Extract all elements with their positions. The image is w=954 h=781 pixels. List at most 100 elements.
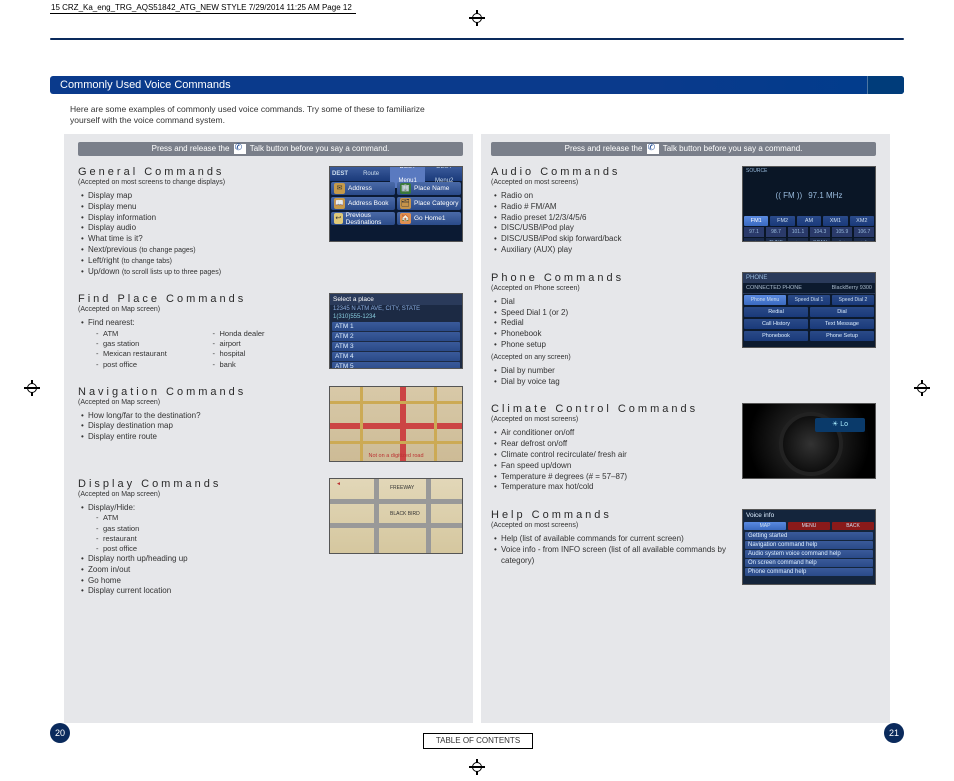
general-list: Display map Display menu Display informa… [78, 191, 321, 277]
radio-source-label: SOURCE [743, 167, 875, 175]
dest-tab: Route [353, 167, 389, 181]
voiceinfo-item: Getting started [745, 532, 873, 540]
fm-icon: (( FM )) [776, 191, 803, 200]
voiceinfo-item: Audio system voice command help [745, 550, 873, 558]
radio-tab: XM1 [823, 216, 847, 226]
phone-sub: (Accepted on Phone screen) [491, 285, 734, 292]
toc-link[interactable]: TABLE OF CONTENTS [423, 733, 533, 749]
phone-tab: Speed Dial 2 [832, 295, 874, 305]
phone-cell: Phonebook [744, 331, 808, 341]
atm-item: ATM 3 [332, 342, 460, 351]
preset: 104.3 [810, 227, 830, 237]
thumb-voiceinfo-screen: Voice info MAP MENU BACK Getting started… [742, 509, 876, 585]
content-panel: Press and release the Talk button before… [64, 134, 890, 723]
section-navigation: Navigation Commands (Accepted on Map scr… [78, 386, 463, 462]
thumb-atm-list: Select a place 12345 N ATM AVE, CITY, ST… [329, 293, 463, 369]
section-help: Help Commands (Accepted on most screens)… [491, 509, 876, 585]
voiceinfo-tab: BACK [832, 522, 874, 530]
instruction-bar-right: Press and release the Talk button before… [491, 142, 876, 156]
previous-icon: ↩ [334, 213, 343, 224]
voiceinfo-header: Voice info [743, 510, 875, 521]
list-item: Phone setup [491, 340, 734, 351]
list-item: Display north up/heading up [78, 554, 321, 565]
audio-title: Audio Commands [491, 166, 734, 178]
list-item: Auxiliary (AUX) play [491, 245, 734, 256]
list-item: Radio # FM/AM [491, 202, 734, 213]
intro-text: Here are some examples of commonly used … [70, 104, 450, 126]
sub-item: ATM [96, 329, 205, 339]
list-item: DISC/USB/iPod skip forward/back [491, 234, 734, 245]
list-item: Find nearest: ATM gas station Mexican re… [78, 318, 321, 369]
atm-item: ATM 4 [332, 352, 460, 361]
print-header: 15 CRZ_Ka_eng_TRG_AQS51842_ATG_NEW STYLE… [50, 2, 356, 14]
radio-tab: XM2 [850, 216, 874, 226]
instruction-bar-left: Press and release the Talk button before… [78, 142, 463, 156]
phone-cell: Dial [810, 307, 874, 317]
climate-sub: (Accepted on most screens) [491, 416, 734, 423]
list-item: Next/previous (to change pages) [78, 245, 321, 256]
preset: 98.7 [766, 227, 786, 237]
seek-prev-icon: |◀ [832, 238, 852, 242]
section-phone: Phone Commands (Accepted on Phone screen… [491, 272, 876, 388]
sub-item: post office [96, 360, 205, 370]
list-item: Display destination map [78, 421, 321, 432]
navigation-sub: (Accepted on Map screen) [78, 399, 321, 406]
help-title: Help Commands [491, 509, 734, 521]
list-item: DISC/USB/iPod play [491, 223, 734, 234]
sub-item: airport [213, 339, 322, 349]
list-item: Dial by number [491, 366, 734, 377]
dest-btn: 🗂Place Category [397, 197, 461, 210]
dest-btn: ✉Address [331, 182, 395, 195]
findplace-sub: (Accepted on Map screen) [78, 306, 321, 313]
list-item: Display information [78, 213, 321, 224]
book-icon: 📖 [334, 198, 345, 209]
page-number-right: 21 [884, 723, 904, 743]
climate-lcd: ☀ Lo [815, 418, 865, 432]
list-item: Display/Hide: ATM gas station restaurant… [78, 503, 321, 554]
list-item: Air conditioner on/off [491, 428, 734, 439]
page-number-left: 20 [50, 723, 70, 743]
section-general: General Commands (Accepted on most scree… [78, 166, 463, 277]
list-item: Temperature max hot/cold [491, 482, 734, 493]
dest-title: DEST [330, 167, 353, 181]
audio-sub: (Accepted on most screens) [491, 179, 734, 186]
dest-btn: 📖Address Book [331, 197, 395, 210]
phone-tab: Speed Dial 1 [788, 295, 830, 305]
list-item: Up/down (to scroll lists up to three pag… [78, 267, 321, 278]
registration-mark-left [24, 380, 40, 396]
phone-cell: Redial [744, 307, 808, 317]
phone-header: PHONE [743, 273, 875, 283]
list-item: Redial [491, 318, 734, 329]
sub-item: ATM [96, 513, 321, 523]
instruction-prefix: Press and release the [152, 144, 232, 153]
tune-label: TUNE [766, 238, 786, 242]
preset: 105.9 [832, 227, 852, 237]
phone-cell: Text Message [810, 319, 874, 329]
radio-tab: FM1 [744, 216, 768, 226]
connected-phone-label: CONNECTED PHONE [746, 285, 802, 291]
tune-prev-icon: ◀ [744, 238, 764, 242]
instruction-suffix: Talk button before you say a command. [663, 144, 803, 153]
list-item: Display menu [78, 202, 321, 213]
section-climate: Climate Control Commands (Accepted on mo… [491, 403, 876, 493]
envelope-icon: ✉ [334, 183, 345, 194]
section-findplace: Find Place Commands (Accepted on Map scr… [78, 293, 463, 369]
registration-mark-bottom [469, 759, 485, 775]
list-item: Radio preset 1/2/3/4/5/6 [491, 213, 734, 224]
home-icon: 🏠 [400, 213, 411, 224]
thumb-dest-screen: DEST Route DEST Menu1 DEST Menu2 ✉Addres… [329, 166, 463, 242]
list-item: Rear defrost on/off [491, 439, 734, 450]
sub-item: gas station [96, 339, 205, 349]
climate-title: Climate Control Commands [491, 403, 734, 415]
list-item: Temperature # degrees (# = 57–87) [491, 472, 734, 483]
atm-address: 12345 N ATM AVE, CITY, STATE [330, 305, 462, 313]
page-title-bar: Commonly Used Voice Commands [50, 76, 904, 94]
preset: 106.7 [854, 227, 874, 237]
list-item: Zoom in/out [78, 565, 321, 576]
phone-tab: Phone Menu [744, 295, 786, 305]
atm-item: ATM 5 [332, 362, 460, 369]
dest-btn: 🏠Go Home1 [397, 212, 461, 225]
list-item: Display map [78, 191, 321, 202]
building-icon: 🏢 [400, 183, 411, 194]
display-sub: (Accepted on Map screen) [78, 491, 321, 498]
